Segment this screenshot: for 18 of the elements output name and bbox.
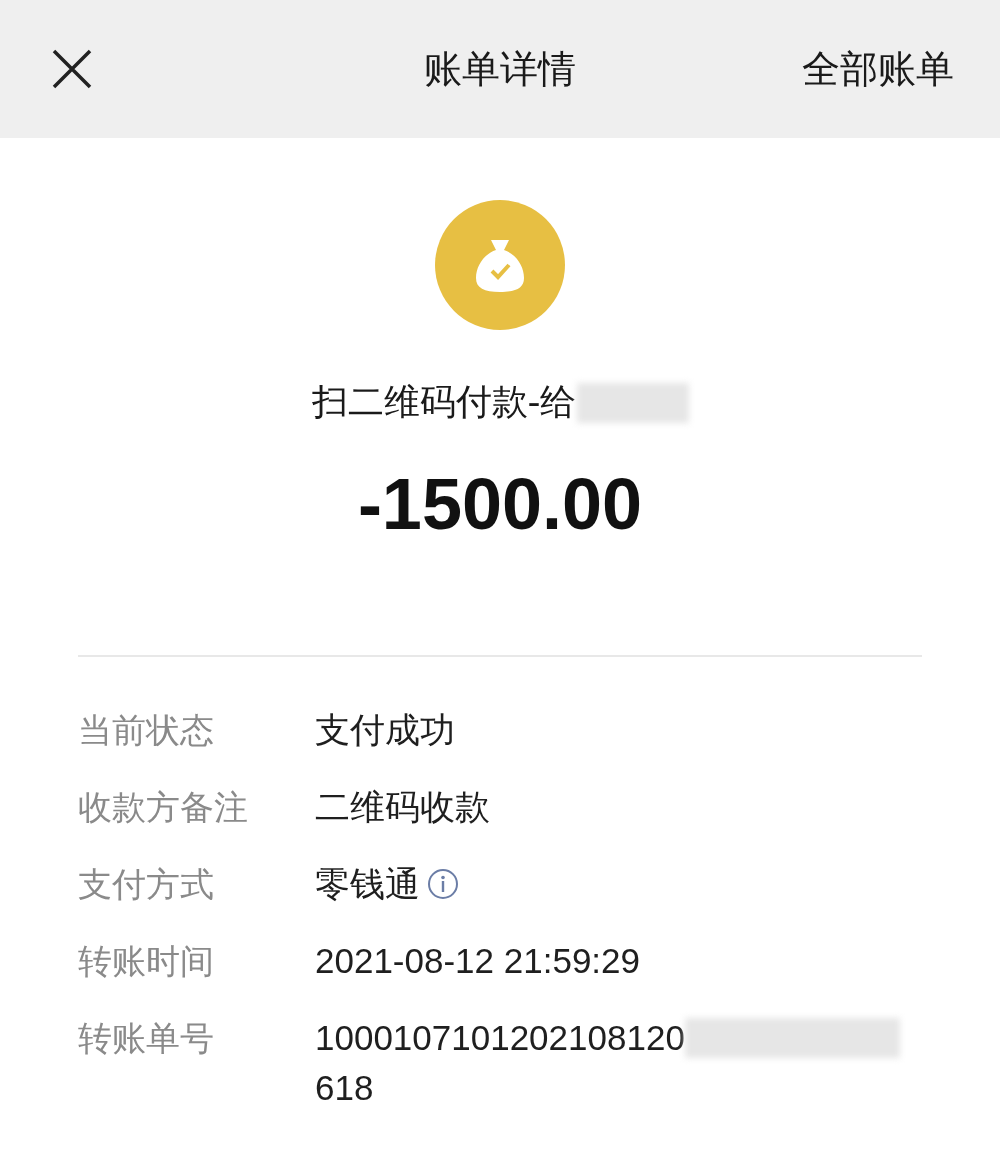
payment-title: 扫二维码付款-给 [311, 380, 577, 424]
page-title: 账单详情 [424, 45, 576, 93]
detail-value: 618 [315, 1067, 374, 1109]
amount: -1500.00 [357, 463, 643, 545]
detail-label: 支付方式 [78, 863, 215, 906]
detail-label: 收款方备注 [78, 786, 249, 829]
detail-value: 支付成功 [315, 709, 455, 751]
close-button[interactable] [50, 47, 94, 91]
detail-label: 转账时间 [78, 940, 215, 983]
detail-label: 转账单号 [78, 1017, 215, 1060]
all-bills-link[interactable]: 全部账单 [802, 43, 954, 95]
detail-value: 零钱通 [315, 863, 420, 905]
info-icon[interactable] [426, 867, 460, 901]
detail-value: 2021-08-12 21:59:29 [315, 940, 640, 982]
close-icon [50, 47, 94, 91]
detail-value: 1000107101202108120 [315, 1017, 685, 1059]
detail-label: 当前状态 [78, 709, 215, 752]
detail-value: 二维码收款 [315, 786, 490, 828]
